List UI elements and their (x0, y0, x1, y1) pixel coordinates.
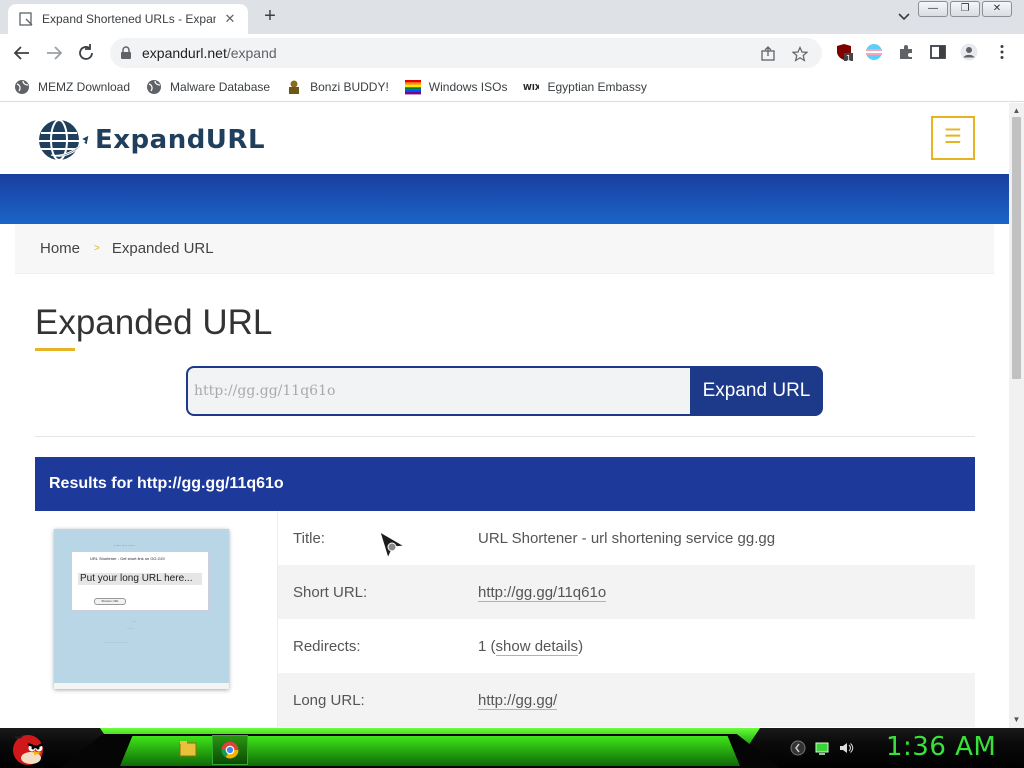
site-logo[interactable]: ExpandURL (37, 117, 265, 163)
tab-strip: Expand Shortened URLs - Expand ✕ + — ❐ ✕ (0, 0, 1024, 34)
row-value: URL Shortener - url shortening service g… (478, 529, 776, 547)
short-url-link[interactable]: http://gg.gg/11q61o (478, 583, 607, 602)
minimize-button[interactable]: — (918, 1, 948, 17)
thumbnail-nav: ····· ···· ····· (114, 543, 135, 548)
back-arrow-icon[interactable] (11, 42, 33, 64)
table-row: Short URL: http://gg.gg/11q61o (278, 565, 975, 619)
bookmark-label: Windows ISOs (428, 79, 508, 94)
tab-close-icon[interactable]: ✕ (222, 11, 238, 27)
screenshot-cell: ····· ···· ····· URL Shortener - Get sho… (35, 511, 278, 728)
bookmark-label: Malware Database (170, 79, 271, 94)
thumbnail-footer-line: ····· (132, 619, 137, 623)
thumbnail-box: URL Shortener - Get short link on GG.GG!… (71, 551, 209, 611)
show-details-link[interactable]: show details (495, 637, 579, 656)
profile-avatar-icon[interactable] (960, 43, 978, 61)
close-window-button[interactable]: ✕ (982, 1, 1012, 17)
table-row: Long URL: http://gg.gg/ (278, 673, 975, 727)
address-bar[interactable]: expandurl.net/expand (110, 38, 822, 68)
bookmark-label: Egyptian Embassy (547, 79, 647, 94)
redirects-value: 1 (show details) (478, 637, 584, 656)
bookmark-star-icon[interactable] (792, 46, 808, 62)
results-heading: Results for http://gg.gg/11q61o (35, 457, 975, 511)
row-label: Long URL: (293, 691, 365, 709)
reload-icon[interactable] (75, 42, 97, 64)
browser-tab[interactable]: Expand Shortened URLs - Expand ✕ (8, 4, 248, 34)
bookmark-memz-download[interactable]: MEMZ Download (14, 79, 130, 95)
browser-menu-icon[interactable] (993, 43, 1011, 61)
wix-icon: WIX (523, 83, 539, 92)
bookmark-label: Bonzi BUDDY! (310, 79, 389, 94)
url-text[interactable]: expandurl.net/expand (142, 45, 277, 61)
new-tab-button[interactable]: + (258, 6, 282, 28)
row-label: Short URL: (293, 583, 368, 601)
breadcrumb: Home > Expanded URL (15, 224, 994, 274)
breadcrumb-home-link[interactable]: Home (40, 240, 80, 257)
maximize-button[interactable]: ❐ (950, 1, 980, 17)
page-scrollbar[interactable]: ▲ ▼ (1009, 103, 1024, 728)
long-url-link[interactable]: http://gg.gg/ (478, 691, 558, 710)
tray-arrow-icon[interactable] (790, 740, 806, 756)
title-underline (35, 348, 75, 351)
row-label: Redirects: (293, 637, 361, 655)
tab-search-chevron-icon[interactable] (894, 8, 914, 26)
bookmark-egyptian-embassy[interactable]: WIX Egyptian Embassy (523, 79, 646, 95)
volume-icon[interactable] (838, 740, 854, 756)
window-controls: — ❐ ✕ (918, 1, 1012, 17)
share-icon[interactable] (760, 46, 776, 62)
bookmarks-bar: MEMZ Download Malware Database Bonzi BUD… (0, 72, 1024, 102)
file-explorer-icon[interactable] (170, 735, 206, 765)
thumbnail-box-title: URL Shortener - Get short link on GG.GG! (90, 556, 165, 561)
page-icon (19, 12, 33, 26)
bonzi-icon (289, 80, 300, 94)
forward-arrow-icon[interactable] (43, 42, 65, 64)
bookmark-malware-database[interactable]: Malware Database (146, 79, 270, 95)
windows-flag-icon (404, 79, 421, 94)
extensions-puzzle-icon[interactable] (897, 43, 915, 61)
logo-text: ExpandURL (95, 125, 266, 155)
table-row: Redirects: 1 (show details) (278, 619, 975, 673)
scroll-up-arrow-icon[interactable]: ▲ (1012, 106, 1021, 115)
mouse-cursor-icon (379, 530, 406, 560)
globe-logo-icon (39, 119, 89, 161)
lock-icon[interactable] (120, 46, 132, 60)
network-icon[interactable] (814, 740, 830, 756)
globe-icon (15, 79, 29, 94)
page-title: Expanded URL (35, 303, 273, 342)
expand-url-form: Expand URL (186, 366, 823, 416)
bookmark-windows-isos[interactable]: Windows ISOs (404, 79, 508, 95)
side-panel-icon[interactable] (929, 43, 947, 61)
bookmark-bonzi-buddy[interactable]: Bonzi BUDDY! (286, 79, 389, 95)
system-tray (790, 740, 854, 756)
hamburger-menu-button[interactable]: ☰ (931, 116, 975, 160)
angry-bird-start-button-icon[interactable] (6, 728, 48, 768)
taskbar-clock[interactable]: 1:36 AM (886, 732, 996, 762)
divider (35, 436, 975, 437)
globe-icon (147, 79, 162, 94)
site-header: ExpandURL ☰ (0, 103, 1009, 174)
chrome-icon[interactable] (212, 735, 248, 765)
thumbnail-button: Shorten URL (94, 598, 126, 605)
scroll-down-arrow-icon[interactable]: ▼ (1012, 715, 1021, 724)
thumbnail-field: Put your long URL here... (78, 573, 202, 585)
svg-text:WIX: WIX (523, 83, 539, 92)
breadcrumb-current: Expanded URL (111, 240, 214, 257)
thumbnail-footer-line: ······· (127, 626, 134, 630)
tab-title: Expand Shortened URLs - Expand (42, 12, 216, 26)
thumbnail-footer-line: ·· ········ ······· ·· ·· (104, 640, 129, 644)
breadcrumb-separator: > (94, 243, 100, 254)
taskbar: 1:36 AM (0, 728, 1024, 768)
scrollbar-thumb[interactable] (1012, 117, 1021, 379)
expand-url-button[interactable]: Expand URL (690, 366, 823, 416)
web-page: ExpandURL ☰ Home > Expanded URL Expanded… (0, 103, 1009, 728)
hero-banner (0, 174, 1009, 224)
page-screenshot-thumbnail[interactable]: ····· ···· ····· URL Shortener - Get sho… (54, 529, 229, 689)
bookmark-label: MEMZ Download (38, 79, 131, 94)
pride-flag-extension-icon[interactable] (865, 43, 883, 61)
extension-badge: 1 (846, 54, 852, 63)
content-card: Home > Expanded URL Expanded URL Expand … (15, 224, 994, 728)
url-input[interactable] (186, 366, 690, 416)
